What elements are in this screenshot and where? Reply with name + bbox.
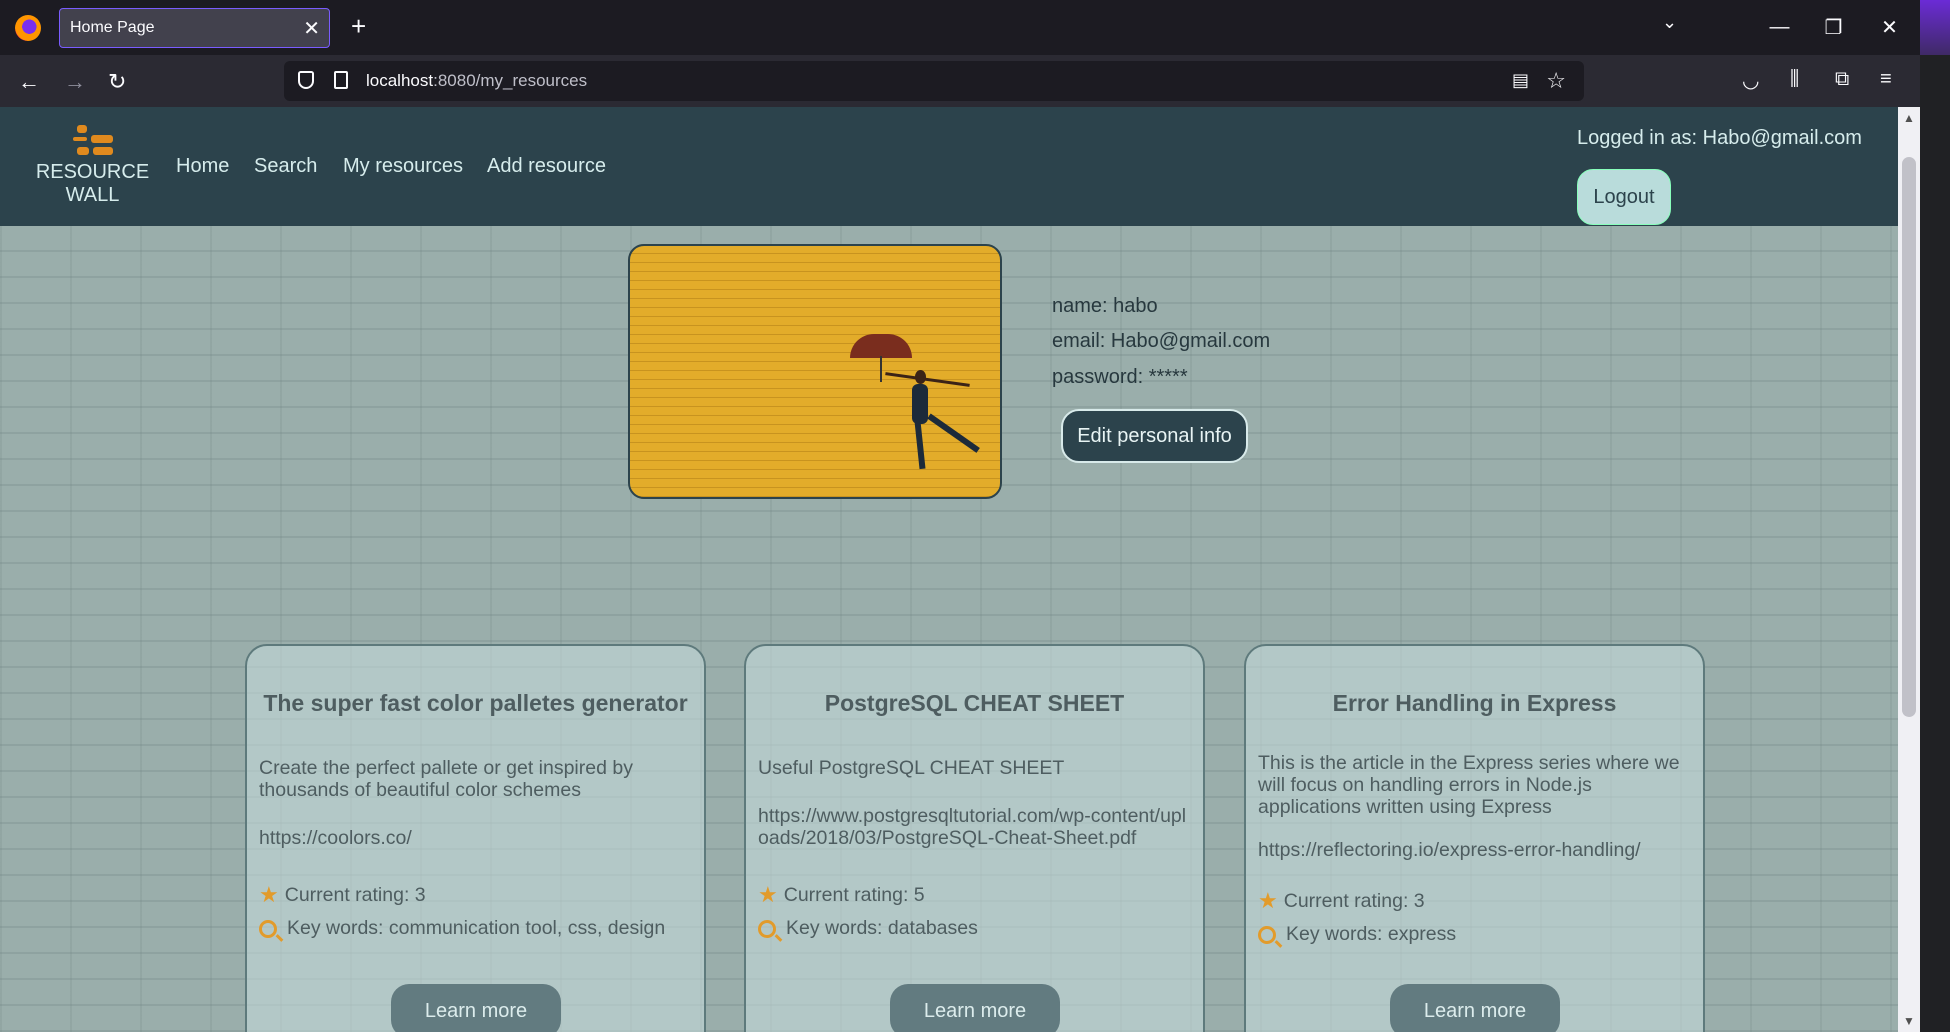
scroll-up-icon[interactable]: ▲ [1903, 111, 1915, 125]
resource-rating: ★ Current rating: 3 [259, 882, 426, 907]
resource-rating: ★ Current rating: 3 [1258, 888, 1425, 913]
url-text[interactable]: localhost:8080/my_resources [366, 71, 587, 91]
reload-icon[interactable]: ↻ [108, 69, 126, 95]
nav-home[interactable]: Home [176, 155, 229, 178]
resource-description: Create the perfect pallete or get inspir… [259, 757, 633, 801]
logo-text-line1: RESOURCE [35, 161, 150, 183]
resource-title: PostgreSQL CHEAT SHEET [824, 690, 1125, 716]
url-bar[interactable]: localhost:8080/my_resources ▤ ☆ [284, 61, 1584, 101]
site-logo[interactable]: RESOURCE WALL [30, 125, 155, 207]
resource-card: PostgreSQL CHEAT SHEET Useful PostgreSQL… [744, 644, 1205, 1032]
nav-search[interactable]: Search [254, 155, 317, 178]
firefox-icon [14, 14, 41, 41]
edit-personal-info-button[interactable]: Edit personal info [1061, 409, 1248, 463]
scrollbar-thumb[interactable] [1902, 157, 1916, 717]
reader-view-icon[interactable]: ▤ [1512, 70, 1529, 91]
devtools-panel [1920, 55, 1950, 1032]
logo-icon [72, 125, 113, 157]
profile-image [628, 244, 1002, 499]
learn-more-button[interactable]: Learn more [890, 984, 1060, 1032]
library-icon[interactable]: ⫼ [1790, 68, 1799, 91]
new-tab-icon[interactable]: + [351, 11, 366, 41]
search-icon [259, 919, 277, 938]
forward-icon[interactable]: → [64, 69, 86, 95]
star-icon: ★ [1258, 888, 1278, 913]
resource-card: The super fast color palletes generator … [245, 644, 706, 1032]
umbrella-shape [850, 334, 912, 358]
star-icon: ★ [259, 882, 279, 907]
resource-description: This is the article in the Express serie… [1258, 752, 1680, 818]
bookmark-star-icon[interactable]: ☆ [1546, 68, 1566, 94]
search-icon [1258, 925, 1276, 944]
window-close-icon[interactable]: ✕ [1862, 0, 1917, 55]
profile-password: password: ***** [1052, 366, 1188, 388]
firefox-menu-button[interactable] [0, 0, 55, 55]
logo-text-line2: WALL [65, 184, 120, 206]
chevron-down-icon[interactable]: ⌄ [1662, 12, 1677, 33]
navigation-toolbar: ← → ↻ localhost:8080/my_resources ▤ ☆ ◡ … [0, 55, 1920, 107]
back-icon[interactable]: ← [18, 69, 40, 95]
menu-icon[interactable]: ≡ [1880, 68, 1892, 91]
resource-title: Error Handling in Express [1332, 690, 1617, 716]
resource-url[interactable]: https://reflectoring.io/express-error-ha… [1258, 839, 1691, 861]
profile-name: name: habo [1052, 295, 1158, 317]
resource-keywords: Key words: express [1258, 923, 1456, 946]
page-icon[interactable] [334, 71, 348, 89]
resource-keywords: Key words: databases [758, 917, 978, 940]
site-header: RESOURCE WALL Home Search My resources A… [0, 107, 1898, 226]
resource-card: Error Handling in Express This is the ar… [1244, 644, 1705, 1032]
learn-more-button[interactable]: Learn more [391, 984, 561, 1032]
profile-email: email: Habo@gmail.com [1052, 330, 1271, 352]
restore-icon[interactable]: ❐ [1806, 0, 1861, 55]
tab-title: Home Page [70, 19, 155, 36]
logged-in-label: Logged in as: Habo@gmail.com [1577, 127, 1862, 149]
pocket-icon[interactable]: ◡ [1742, 68, 1759, 93]
resource-url[interactable]: https://coolors.co/ [259, 827, 692, 849]
resource-title: The super fast color palletes generator [263, 690, 688, 716]
tab-bar: Home Page ✕ + ⌄ — ❐ ✕ [0, 0, 1950, 55]
resource-url[interactable]: https://www.postgresqltutorial.com/wp-co… [758, 805, 1191, 849]
scroll-down-icon[interactable]: ▼ [1903, 1014, 1915, 1028]
search-icon [758, 919, 776, 938]
logout-button[interactable]: Logout [1577, 169, 1671, 225]
nav-my-resources[interactable]: My resources [343, 155, 463, 178]
resource-description: Useful PostgreSQL CHEAT SHEET [758, 757, 1065, 779]
resource-rating: ★ Current rating: 5 [758, 882, 925, 907]
star-icon: ★ [758, 882, 778, 907]
minimize-icon[interactable]: — [1752, 0, 1807, 55]
learn-more-button[interactable]: Learn more [1390, 984, 1560, 1032]
close-tab-icon[interactable]: ✕ [303, 16, 320, 41]
page-viewport: RESOURCE WALL Home Search My resources A… [0, 107, 1898, 1032]
extensions-icon[interactable]: ⧉ [1835, 68, 1849, 91]
resource-keywords: Key words: communication tool, css, desi… [259, 917, 665, 940]
page-scrollbar[interactable]: ▲ ▼ [1898, 107, 1920, 1032]
tab-home-page[interactable]: Home Page ✕ [59, 8, 330, 48]
nav-add-resource[interactable]: Add resource [487, 155, 606, 178]
shield-icon[interactable] [298, 71, 314, 89]
